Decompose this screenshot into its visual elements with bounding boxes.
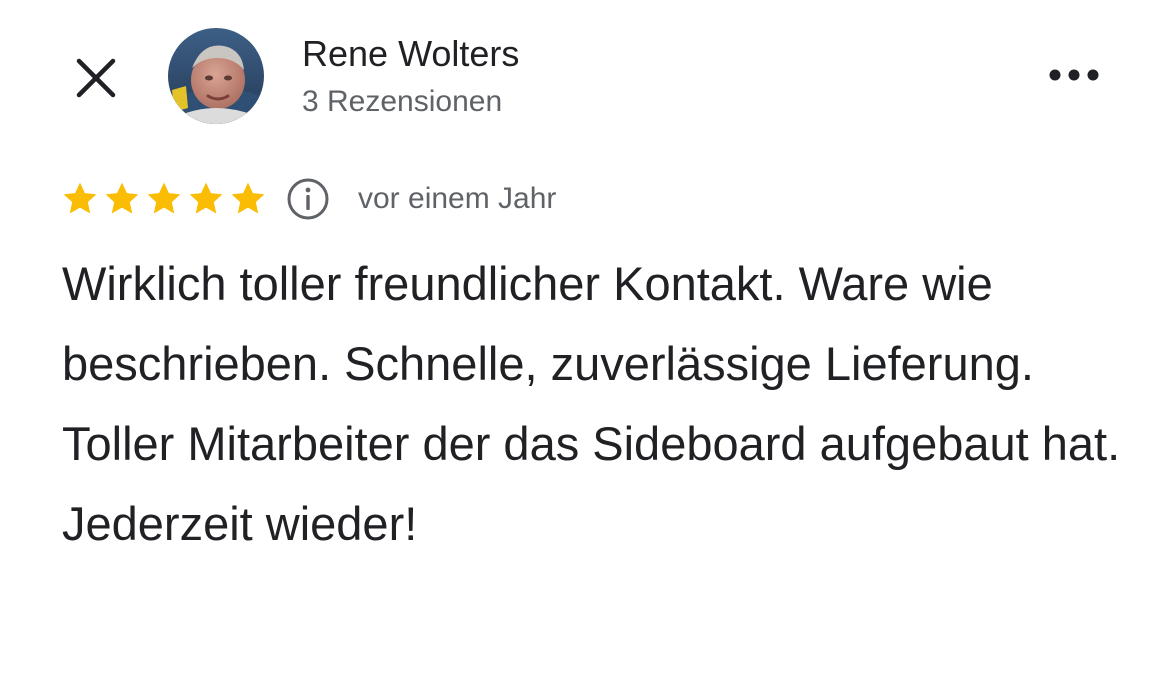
- star-icon: [189, 182, 223, 214]
- more-horizontal-icon: [1049, 69, 1099, 81]
- close-button[interactable]: [64, 46, 128, 110]
- review-text: Wirklich toller freundlicher Kontakt. Wa…: [62, 257, 1121, 550]
- star-icon: [105, 182, 139, 214]
- star-rating: [60, 179, 268, 219]
- star-icon: [63, 182, 97, 214]
- review-date: vor einem Jahr: [358, 182, 557, 215]
- star-icon: [147, 182, 181, 214]
- rating-row: vor einem Jahr: [60, 174, 556, 224]
- info-icon: [287, 178, 329, 220]
- more-options-button[interactable]: [1040, 50, 1108, 100]
- avatar[interactable]: [168, 28, 264, 124]
- close-icon: [76, 58, 116, 98]
- reviewer-name[interactable]: Rene Wolters: [302, 32, 519, 76]
- star-icon: [231, 182, 265, 214]
- avatar-photo: [168, 28, 264, 124]
- review-count[interactable]: 3 Rezensionen: [302, 82, 502, 122]
- info-button[interactable]: [284, 175, 332, 223]
